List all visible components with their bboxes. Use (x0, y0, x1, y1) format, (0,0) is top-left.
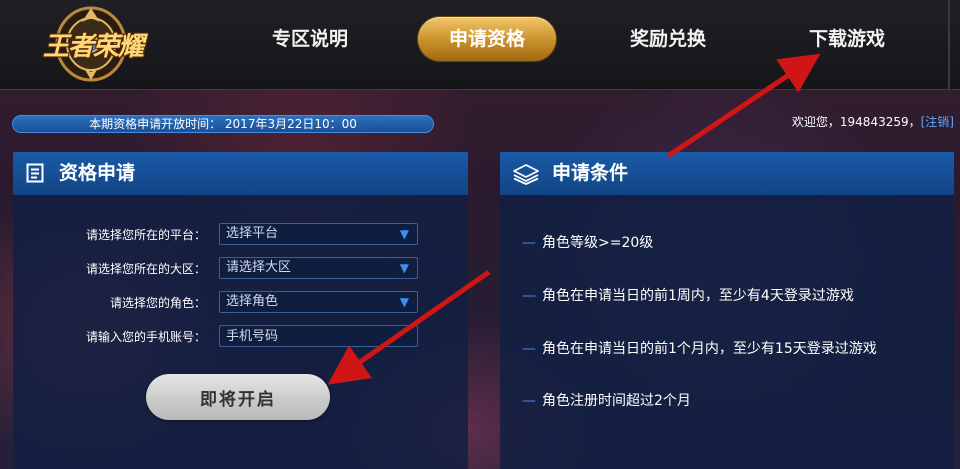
welcome-bar: 欢迎您，194843259，[注销] (792, 113, 954, 131)
region-select-value: 请选择大区 (226, 260, 292, 275)
phone-row: 请输入您的手机账号： (13, 325, 468, 349)
role-label: 请选择您的角色： (109, 296, 206, 310)
welcome-text: 欢迎您，194843259， (791, 115, 921, 129)
dropdown-arrow-icon: ▼ (399, 261, 409, 275)
nav-reward-exchange[interactable]: 奖励兑换 (606, 17, 730, 61)
conditions-panel-header: 申请条件 (500, 152, 954, 195)
role-select[interactable]: 选择角色 ▼ (219, 291, 418, 313)
dash-bullet-icon: — (522, 341, 536, 357)
condition-item: — 角色注册时间超过2个月 (522, 390, 691, 410)
role-row: 请选择您的角色： 选择角色 ▼ (13, 291, 468, 315)
logo-title: 王者荣耀 (42, 32, 144, 62)
apply-panel-title: 资格申请 (59, 162, 136, 184)
platform-label: 请选择您所在的平台： (85, 228, 206, 242)
platform-row: 请选择您所在的平台： 选择平台 ▼ (13, 223, 468, 247)
region-select[interactable]: 请选择大区 ▼ (219, 257, 418, 279)
phone-input[interactable] (219, 325, 418, 347)
phone-label: 请输入您的手机账号： (85, 330, 206, 344)
top-navigation-bar: 王者荣耀 专区说明 申请资格 奖励兑换 下载游戏 (0, 0, 960, 90)
conditions-panel: 申请条件 — 角色等级>=20级 — 角色在申请当日的前1周内，至少有4天登录过游戏… (500, 152, 954, 469)
document-icon (26, 163, 44, 183)
condition-text: 角色在申请当日的前1个月内，至少有15天登录过游戏 (542, 341, 877, 357)
role-select-value: 选择角色 (226, 294, 279, 309)
conditions-panel-title: 申请条件 (552, 162, 629, 184)
apply-panel-header: 资格申请 (13, 152, 468, 195)
condition-item: — 角色在申请当日的前1周内，至少有4天登录过游戏 (522, 285, 854, 305)
platform-select[interactable]: 选择平台 ▼ (219, 223, 418, 245)
dash-bullet-icon: — (522, 235, 536, 251)
condition-item: — 角色在申请当日的前1个月内，至少有15天登录过游戏 (522, 338, 877, 358)
nav-zone-info[interactable]: 专区说明 (250, 17, 370, 61)
condition-text: 角色注册时间超过2个月 (542, 393, 691, 409)
dropdown-arrow-icon: ▼ (399, 295, 409, 309)
dropdown-arrow-icon: ▼ (399, 227, 409, 241)
logout-link[interactable]: [注销] (921, 115, 954, 129)
nav-download-game[interactable]: 下载游戏 (788, 17, 906, 61)
layers-icon (513, 164, 539, 185)
coming-soon-button[interactable]: 即将开启 (146, 374, 330, 420)
platform-select-value: 选择平台 (226, 226, 279, 241)
header-divider (948, 0, 950, 90)
condition-item: — 角色等级>=20级 (522, 232, 653, 252)
open-time-banner: 本期资格申请开放时间： 2017年3月22日10：00 (12, 115, 434, 133)
dash-bullet-icon: — (522, 288, 536, 304)
region-row: 请选择您所在的大区： 请选择大区 ▼ (13, 257, 468, 281)
nav-apply-qualification[interactable]: 申请资格 (418, 17, 556, 61)
condition-text: 角色等级>=20级 (542, 235, 654, 251)
game-logo[interactable]: 王者荣耀 (22, 2, 160, 84)
region-label: 请选择您所在的大区： (85, 262, 206, 276)
apply-panel: 资格申请 请选择您所在的平台： 选择平台 ▼ 请选择您所在的大区： 请选择大区 … (13, 152, 468, 469)
condition-text: 角色在申请当日的前1周内，至少有4天登录过游戏 (542, 288, 854, 304)
dash-bullet-icon: — (522, 393, 536, 409)
